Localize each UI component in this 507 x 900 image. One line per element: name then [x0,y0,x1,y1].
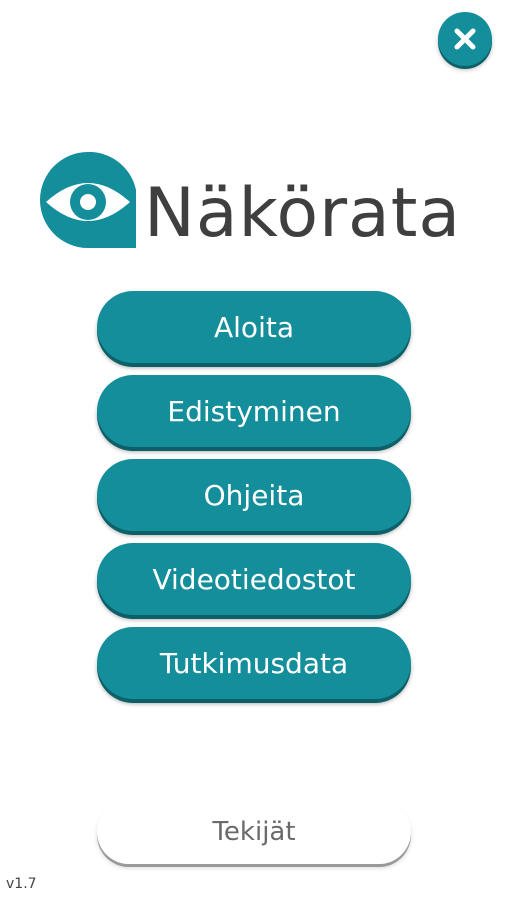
app-logo: Näkörata [40,152,470,256]
video-files-button[interactable]: Videotiedostot [97,543,411,615]
close-icon [454,28,476,50]
instructions-button[interactable]: Ohjeita [97,459,411,531]
research-data-button[interactable]: Tutkimusdata [97,627,411,699]
app-title: Näkörata [144,174,462,253]
progress-button[interactable]: Edistyminen [97,375,411,447]
main-menu: Aloita Edistyminen Ohjeita Videotiedosto… [97,291,411,711]
start-button[interactable]: Aloita [97,291,411,363]
main-menu-screen: Näkörata Aloita Edistyminen Ohjeita Vide… [0,0,507,900]
credits-button[interactable]: Tekijät [97,800,411,864]
version-label: v1.7 [6,876,37,892]
eye-icon [40,152,136,248]
close-button[interactable] [438,12,492,66]
